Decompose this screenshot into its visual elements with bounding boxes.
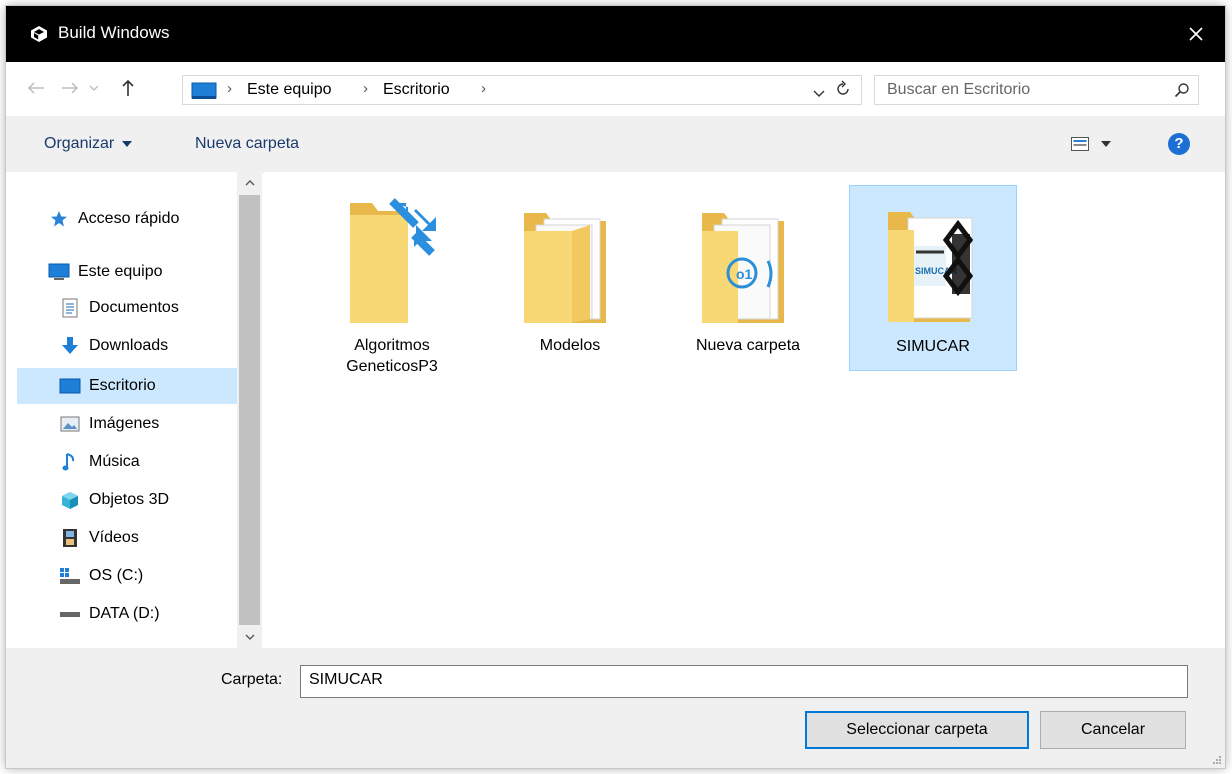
arrow-up-icon bbox=[122, 79, 134, 96]
breadcrumb-separator: › bbox=[227, 80, 232, 97]
title-bar: Build Windows bbox=[6, 6, 1225, 62]
folder-item-algoritmos[interactable]: Algoritmos GeneticosP3 bbox=[308, 179, 476, 375]
scroll-up-button[interactable] bbox=[237, 172, 262, 194]
back-button[interactable] bbox=[24, 76, 48, 100]
organize-button[interactable]: Organizar bbox=[44, 135, 133, 153]
folder-picker-dialog: Build Windows › Este equipo › Escritorio… bbox=[6, 6, 1225, 768]
search-placeholder: Buscar en Escritorio bbox=[887, 81, 1031, 98]
file-list-view: Algoritmos GeneticosP3 Modelos o1 Nueva … bbox=[264, 172, 1225, 648]
nav-item-label: Downloads bbox=[89, 337, 169, 354]
chevron-down-icon bbox=[813, 90, 825, 97]
nav-item-label: OS (C:) bbox=[89, 567, 144, 584]
breadcrumb-separator: › bbox=[363, 80, 368, 97]
nav-item-label: Imágenes bbox=[89, 415, 160, 432]
breadcrumb-este-equipo[interactable]: Este equipo bbox=[247, 81, 332, 99]
new-folder-button[interactable]: Nueva carpeta bbox=[195, 135, 299, 153]
svg-text:o1: o1 bbox=[736, 266, 753, 282]
nav-item-label: Escritorio bbox=[89, 377, 156, 394]
resize-grip-icon[interactable] bbox=[1212, 755, 1222, 765]
pictures-icon bbox=[59, 413, 81, 435]
nav-item-label: Documentos bbox=[89, 299, 179, 316]
select-folder-button[interactable]: Seleccionar carpeta bbox=[805, 711, 1029, 749]
nav-scrollbar[interactable] bbox=[237, 172, 262, 648]
nav-item-label: Este equipo bbox=[78, 263, 163, 280]
scroll-down-button[interactable] bbox=[237, 626, 262, 648]
breadcrumb-separator: › bbox=[481, 80, 486, 97]
star-icon bbox=[48, 208, 70, 230]
dialog-footer: Carpeta: SIMUCAR Seleccionar carpeta Can… bbox=[6, 648, 1225, 768]
nav-item-quick-access[interactable]: Acceso rápido bbox=[48, 201, 268, 237]
folder-item-nueva-carpeta[interactable]: o1 Nueva carpeta bbox=[664, 179, 832, 365]
close-button[interactable] bbox=[1167, 6, 1225, 62]
refresh-icon bbox=[837, 80, 849, 95]
window-title: Build Windows bbox=[58, 23, 170, 42]
music-icon bbox=[59, 451, 81, 473]
folder-icon: SIMUCAR bbox=[888, 212, 974, 322]
folder-item-modelos[interactable]: Modelos bbox=[486, 179, 654, 365]
folder-name-field[interactable]: SIMUCAR bbox=[300, 665, 1188, 698]
scrollbar-thumb[interactable] bbox=[239, 195, 260, 625]
caret-down-icon bbox=[1101, 141, 1111, 147]
folder-shortcut-icon bbox=[350, 198, 436, 323]
close-icon bbox=[1189, 27, 1203, 41]
desktop-icon bbox=[191, 82, 217, 99]
unity-logo-icon bbox=[31, 26, 47, 42]
nav-item-desktop[interactable]: Escritorio bbox=[17, 368, 242, 404]
documents-icon bbox=[59, 297, 81, 319]
3d-objects-icon bbox=[59, 489, 81, 511]
chevron-down-icon bbox=[245, 634, 254, 640]
folder-icon: o1 bbox=[702, 213, 784, 323]
up-button[interactable] bbox=[116, 76, 140, 100]
file-label: SIMUCAR bbox=[896, 338, 970, 355]
videos-icon bbox=[59, 527, 81, 549]
arrow-left-icon bbox=[27, 82, 44, 94]
folder-item-simucar[interactable]: SIMUCAR SIMUCAR bbox=[849, 185, 1017, 371]
drive-c-icon bbox=[59, 565, 81, 587]
chevron-up-icon bbox=[245, 180, 254, 186]
chevron-down-icon bbox=[89, 85, 99, 91]
address-bar[interactable]: › Este equipo › Escritorio › bbox=[182, 75, 862, 105]
address-bar-row: › Este equipo › Escritorio › Buscar en E… bbox=[6, 62, 1225, 116]
search-icon bbox=[1174, 83, 1189, 98]
forward-button[interactable] bbox=[58, 76, 82, 100]
recent-locations-button[interactable] bbox=[86, 76, 102, 100]
caret-down-icon bbox=[122, 141, 133, 147]
download-icon bbox=[59, 335, 81, 357]
file-label: Nueva carpeta bbox=[695, 337, 801, 354]
drive-d-icon bbox=[59, 603, 81, 625]
nav-item-this-pc[interactable]: Este equipo bbox=[48, 254, 268, 290]
organize-label: Organizar bbox=[44, 135, 115, 152]
folder-icon bbox=[524, 213, 606, 323]
nav-item-label: Vídeos bbox=[89, 529, 139, 546]
cancel-button[interactable]: Cancelar bbox=[1040, 711, 1186, 749]
navigation-pane: Acceso rápido Este equipo Documentos Dow… bbox=[6, 172, 263, 648]
nav-item-label: Acceso rápido bbox=[78, 210, 180, 227]
help-button[interactable]: ? bbox=[1168, 133, 1190, 155]
folder-field-label: Carpeta: bbox=[221, 671, 283, 688]
computer-icon bbox=[48, 261, 70, 283]
file-label: Algoritmos GeneticosP3 bbox=[346, 337, 438, 375]
address-dropdown-button[interactable] bbox=[813, 85, 825, 103]
arrow-right-icon bbox=[62, 82, 79, 94]
desktop-icon bbox=[59, 375, 81, 397]
breadcrumb-escritorio[interactable]: Escritorio bbox=[383, 81, 450, 99]
nav-item-label: Objetos 3D bbox=[89, 491, 170, 508]
file-label: Modelos bbox=[539, 337, 601, 354]
nav-item-label: Música bbox=[89, 453, 140, 470]
refresh-button[interactable] bbox=[834, 80, 852, 103]
command-toolbar: Organizar Nueva carpeta ? bbox=[6, 116, 1225, 173]
view-icon bbox=[1071, 137, 1089, 151]
nav-item-label: DATA (D:) bbox=[89, 605, 160, 622]
view-options-button[interactable] bbox=[1071, 137, 1111, 151]
search-input[interactable]: Buscar en Escritorio bbox=[874, 75, 1199, 105]
